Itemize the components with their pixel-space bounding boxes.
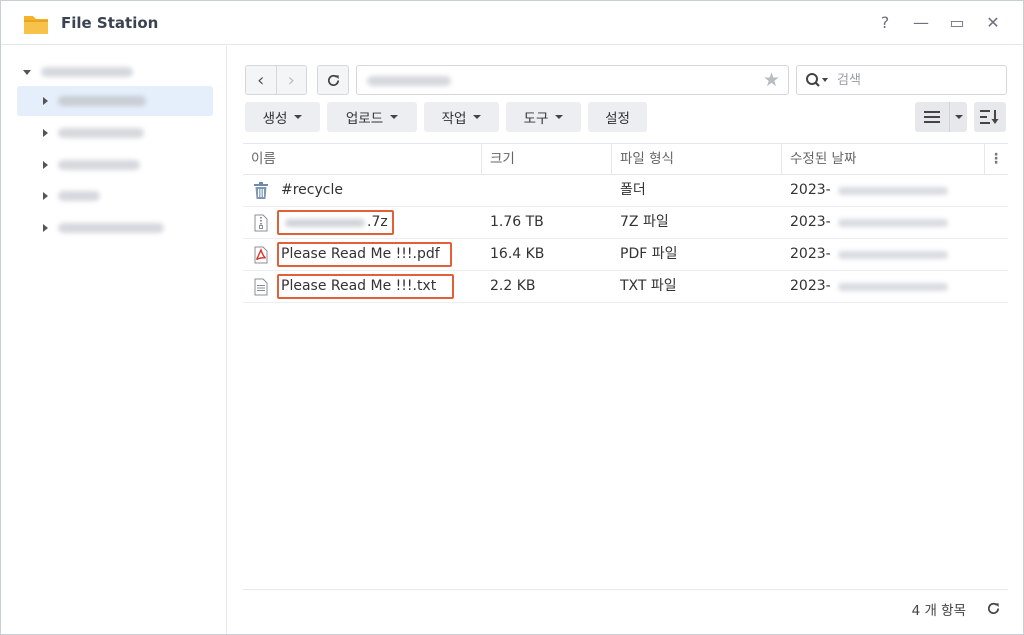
create-label: 생성 [262, 111, 288, 127]
file-name: .7z [367, 214, 388, 230]
tree-item-1[interactable] [17, 86, 213, 116]
table-row[interactable]: Please Read Me !!!.txt 2.2 KB TXT 파일 202… [243, 271, 1008, 303]
text-file-icon [254, 278, 268, 296]
expand-right-icon[interactable] [43, 192, 48, 200]
action-label: 작업 [441, 111, 467, 127]
back-button[interactable]: ‹ [246, 66, 276, 94]
footer-refresh-button[interactable] [982, 597, 1004, 619]
upload-button[interactable]: 업로드 [327, 102, 417, 132]
file-modified: 2023- [790, 246, 831, 262]
table-row[interactable]: .7z 1.76 TB 7Z 파일 2023- [243, 207, 1008, 239]
file-modified-redacted [838, 187, 948, 195]
favorite-star-icon[interactable]: ★ [763, 69, 780, 91]
window-title: File Station [61, 14, 159, 32]
caret-down-icon [555, 115, 564, 119]
tree-item-label [58, 223, 164, 233]
tree-root[interactable] [23, 62, 133, 82]
maximize-button[interactable]: ▭ [945, 11, 969, 35]
list-view-icon [924, 111, 940, 123]
archive-file-icon [254, 214, 268, 232]
column-menu-icon[interactable]: ⋮ [984, 144, 1008, 174]
upload-label: 업로드 [345, 111, 384, 127]
column-type[interactable]: 파일 형식 [612, 144, 782, 174]
tools-label: 도구 [523, 111, 549, 127]
file-modified-redacted [838, 251, 948, 259]
help-button[interactable]: ? [873, 11, 897, 35]
file-name: Please Read Me !!!.pdf [281, 246, 440, 262]
tree-item-label [58, 96, 146, 106]
sort-button[interactable] [974, 102, 1006, 132]
item-count: 4 개 항목 [911, 603, 966, 619]
file-modified: 2023- [790, 214, 831, 230]
create-button[interactable]: 생성 [245, 102, 320, 132]
caret-down-icon [294, 115, 303, 119]
file-size: 16.4 KB [490, 246, 545, 262]
column-name[interactable]: 이름 [243, 144, 482, 174]
caret-down-icon [954, 115, 963, 119]
title-bar: File Station ? — ▭ ✕ [1, 1, 1023, 45]
file-table: 이름 크기 파일 형식 수정된 날짜 ⋮ #recycle 폴더 2023- .… [243, 143, 1008, 303]
tree-item-4[interactable] [17, 181, 213, 211]
file-modified-redacted [838, 283, 948, 291]
tree-item-label [58, 128, 144, 138]
search-icon[interactable] [805, 72, 831, 88]
column-size[interactable]: 크기 [482, 144, 612, 174]
action-button[interactable]: 작업 [424, 102, 499, 132]
file-name-redacted [285, 219, 365, 227]
expand-right-icon[interactable] [43, 97, 48, 105]
file-name: Please Read Me !!!.txt [281, 278, 437, 294]
history-nav: ‹ › [245, 65, 307, 95]
pdf-file-icon [254, 246, 268, 264]
table-header: 이름 크기 파일 형식 수정된 날짜 ⋮ [243, 143, 1008, 175]
tree-item-3[interactable] [17, 150, 213, 180]
search-field[interactable] [796, 65, 1007, 95]
file-modified-redacted [838, 219, 948, 227]
table-row[interactable]: Please Read Me !!!.pdf 16.4 KB PDF 파일 20… [243, 239, 1008, 271]
sort-icon [980, 110, 999, 124]
refresh-icon [987, 602, 999, 614]
column-modified[interactable]: 수정된 날짜 [782, 144, 985, 174]
tree-item-label [58, 160, 140, 170]
view-dropdown-button[interactable] [949, 102, 967, 132]
folder-tree-sidebar [1, 46, 227, 634]
search-input[interactable] [837, 72, 987, 88]
main-panel: ‹ › ★ 생성 업로드 작업 [228, 46, 1023, 634]
refresh-button[interactable] [317, 65, 349, 95]
list-view-button[interactable] [915, 102, 949, 132]
settings-button[interactable]: 설정 [588, 102, 647, 132]
file-modified: 2023- [790, 182, 831, 198]
recycle-bin-icon [254, 182, 268, 199]
expand-right-icon[interactable] [43, 129, 48, 137]
file-size: 1.76 TB [490, 214, 544, 230]
table-row[interactable]: #recycle 폴더 2023- [243, 175, 1008, 207]
refresh-icon [327, 74, 339, 86]
file-type: 폴더 [620, 182, 646, 198]
caret-down-icon [390, 115, 399, 119]
expand-right-icon[interactable] [43, 224, 48, 232]
file-modified: 2023- [790, 278, 831, 294]
tree-item-2[interactable] [17, 118, 213, 148]
path-field[interactable]: ★ [356, 65, 789, 95]
file-type: 7Z 파일 [620, 214, 669, 230]
tree-item-5[interactable] [17, 213, 213, 243]
status-footer: 4 개 항목 [243, 589, 1008, 625]
expand-right-icon[interactable] [43, 161, 48, 169]
close-button[interactable]: ✕ [981, 11, 1005, 35]
tree-root-label [41, 67, 133, 77]
tools-button[interactable]: 도구 [506, 102, 581, 132]
caret-down-icon [473, 115, 482, 119]
settings-label: 설정 [605, 111, 630, 127]
minimize-button[interactable]: — [909, 11, 933, 35]
forward-button[interactable]: › [275, 66, 307, 94]
expand-down-icon[interactable] [23, 69, 31, 75]
path-text [367, 76, 451, 86]
file-station-window: File Station ? — ▭ ✕ ‹ › ★ 검색 생성 업로드 작업 … [0, 0, 1024, 635]
file-type: TXT 파일 [620, 278, 677, 294]
folder-app-icon [24, 16, 48, 34]
file-name: #recycle [281, 182, 343, 198]
file-size: 2.2 KB [490, 278, 536, 294]
file-type: PDF 파일 [620, 246, 678, 262]
tree-item-label [58, 191, 100, 201]
